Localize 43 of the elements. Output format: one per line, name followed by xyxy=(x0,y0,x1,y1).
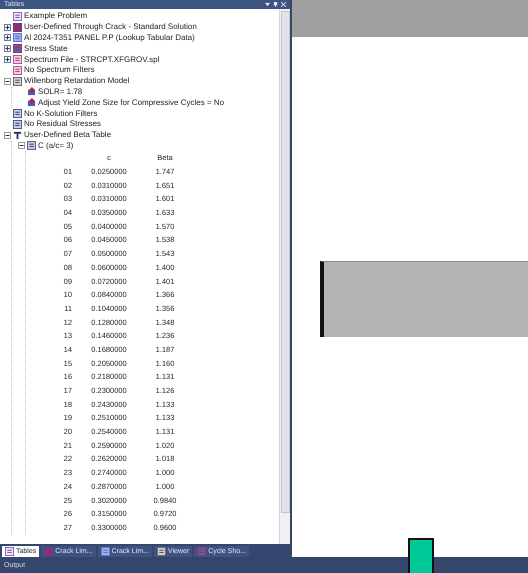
square-icon xyxy=(13,12,22,21)
expand-icon[interactable] xyxy=(4,56,11,64)
collapse-icon[interactable] xyxy=(4,78,11,85)
square-icon xyxy=(13,120,22,129)
tree-item[interactable]: No K-Solution Filters xyxy=(24,108,98,119)
square-icon xyxy=(5,547,14,556)
collapse-icon[interactable] xyxy=(18,142,25,150)
tree-item[interactable]: Example Problem xyxy=(24,11,88,22)
tree-item[interactable]: C (a/c= 3) xyxy=(38,140,74,151)
square-icon xyxy=(13,33,22,42)
square-icon xyxy=(13,76,22,86)
square-icon xyxy=(100,547,110,556)
close-icon[interactable] xyxy=(281,2,286,7)
tree-item[interactable]: No Residual Stresses xyxy=(24,119,101,130)
expand-icon[interactable] xyxy=(4,24,11,31)
diamond-square-icon xyxy=(27,87,36,96)
collapse-icon[interactable] xyxy=(4,132,11,139)
expand-icon[interactable] xyxy=(4,34,11,42)
expand-icon[interactable] xyxy=(4,45,11,52)
dropdown-icon[interactable] xyxy=(265,2,270,7)
square-icon xyxy=(13,109,22,118)
tee-icon xyxy=(13,130,22,140)
tree-item[interactable]: No Spectrum Filters xyxy=(24,65,95,76)
scrollbar[interactable] xyxy=(279,9,290,544)
tree-item[interactable]: Adjust Yield Zone Size for Compressive Cycles = No xyxy=(38,98,224,108)
pin-icon[interactable] xyxy=(273,2,278,7)
tree-item[interactable]: User-Defined Through Crack - Standard Solution xyxy=(24,22,197,32)
marker-block xyxy=(408,538,434,573)
square-icon xyxy=(13,55,22,64)
tree-item[interactable]: Willenborg Retardation Model xyxy=(24,76,130,86)
tree-item[interactable]: SOLR= 1.78 xyxy=(38,86,82,97)
tree-item[interactable]: User-Defined Beta Table xyxy=(24,130,112,140)
square-icon xyxy=(13,22,22,32)
square-icon xyxy=(13,66,22,75)
tree-item[interactable]: Al 2024-T351 PANEL P.P (Lookup Tabular Data) xyxy=(24,32,195,43)
square-icon xyxy=(44,547,54,556)
square-icon xyxy=(156,547,166,556)
table-icon xyxy=(27,141,36,150)
tree-item[interactable]: Stress State xyxy=(24,44,68,54)
square-icon xyxy=(197,547,206,556)
square-icon xyxy=(13,44,22,54)
tree-item[interactable]: Spectrum File - STRCPT.XFGROV.spl xyxy=(24,54,160,65)
diamond-square-icon xyxy=(27,98,36,108)
